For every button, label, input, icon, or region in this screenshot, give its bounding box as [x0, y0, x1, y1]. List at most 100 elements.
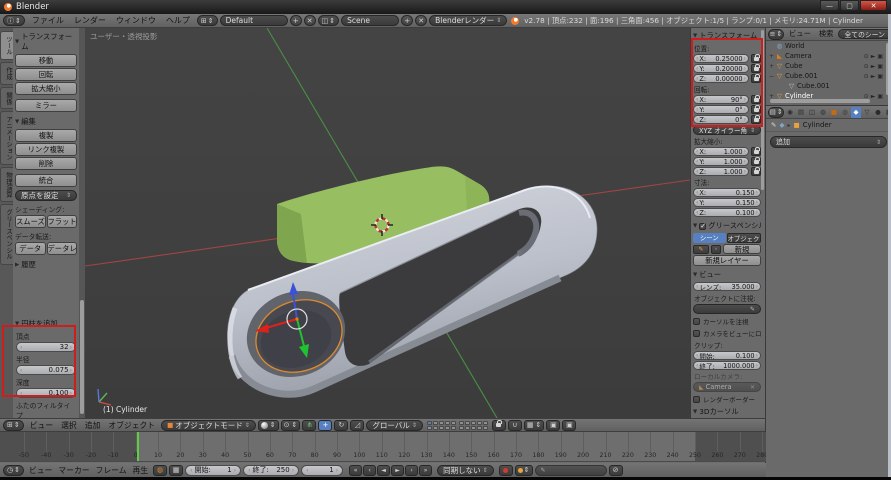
clear-keying-set-icon[interactable]: ⊘	[609, 465, 623, 476]
tool-shelf-tab[interactable]: アニメーション	[0, 111, 13, 165]
timeline-menu-item[interactable]: 再生	[130, 465, 152, 476]
minimize-button[interactable]: —	[820, 0, 839, 11]
outliner-row[interactable]: ◍ World ⊙ ► ▣	[766, 41, 891, 51]
end-frame-field[interactable]: ‹終了:250›	[243, 465, 299, 476]
eye-icon[interactable]: ⊙	[864, 63, 869, 70]
playback-button[interactable]: ›	[405, 465, 418, 476]
viewport-3d[interactable]	[85, 28, 690, 418]
viewport-menu-item[interactable]: オブジェクト	[104, 420, 159, 431]
render-restrict-icon[interactable]: ▣	[877, 73, 883, 80]
rotation-mode-dropdown[interactable]: XYZ オイラー角⇕	[693, 125, 761, 135]
number-field[interactable]: ‹X:90°›	[693, 95, 749, 104]
render-restrict-icon[interactable]: ▣	[877, 93, 883, 100]
render-engine-selector[interactable]: Blenderレンダー⇕	[429, 15, 507, 26]
properties-tab-icon[interactable]: ◍	[818, 107, 828, 118]
number-field[interactable]: ‹32›	[16, 342, 76, 352]
pivot-point-dropdown[interactable]: ⊙⇕	[281, 420, 301, 431]
clip-start-field[interactable]: ‹開始:0.100›	[693, 351, 761, 360]
playback-button[interactable]: ►	[391, 465, 404, 476]
mode-dropdown[interactable]: ■オブジェクトモード⇕	[161, 420, 256, 431]
cursor-select-icon[interactable]: ►	[871, 73, 876, 80]
properties-tab-icon[interactable]: ▤	[796, 107, 806, 118]
current-frame-field[interactable]: ‹1›	[301, 465, 343, 476]
editor-type-timeline-icon[interactable]: ◷⇕	[3, 465, 24, 476]
playback-button[interactable]: ◄	[377, 465, 390, 476]
panel-header-transform[interactable]: ▼トランスフォーム	[693, 31, 761, 41]
scene-icon[interactable]: ◫⇕	[318, 15, 340, 26]
operator-panel-header[interactable]: ▼円柱を追加	[15, 319, 77, 329]
timeline-ruler[interactable]: -50-40-30-20-100102030405060708090100110…	[0, 432, 766, 462]
tool-shelf-tab[interactable]: グリースペンシル	[0, 204, 13, 264]
properties-tab-icon[interactable]: ◉	[785, 107, 795, 118]
shading-button[interactable]: フラット	[47, 215, 78, 228]
auto-keying-icon[interactable]: ⇕	[515, 465, 533, 476]
clip-end-field[interactable]: ‹終了:1000.000›	[693, 361, 761, 370]
scene-selector[interactable]: Scene	[341, 15, 399, 26]
gp-new-button[interactable]: 新規	[723, 244, 761, 254]
eye-icon[interactable]: ⊙	[864, 53, 869, 60]
expander-icon[interactable]: +	[768, 63, 775, 70]
frame-dropdown-icon[interactable]: ▦	[169, 465, 183, 476]
manipulator-axis-icon[interactable]: ⋔	[302, 420, 316, 431]
translate-manipulator-icon[interactable]: +	[318, 420, 332, 431]
grease-pencil-checkbox[interactable]	[699, 223, 706, 230]
tool-button[interactable]: 回転	[15, 68, 77, 81]
panel-header-edit[interactable]: ▼編集	[15, 117, 77, 127]
topbar-menu-item[interactable]: レンダー	[69, 15, 111, 26]
rotate-manipulator-icon[interactable]: ↻	[334, 420, 348, 431]
n-panel-scrollbar[interactable]	[761, 30, 764, 190]
editor-type-info-icon[interactable]: ⓘ⇕	[3, 15, 25, 26]
object-name[interactable]: World	[785, 42, 804, 50]
number-field[interactable]: ‹Z:0.00000›	[693, 74, 749, 83]
expander-icon[interactable]: +	[768, 53, 775, 60]
shading-button[interactable]: スムーズ	[15, 215, 46, 228]
mirror-button[interactable]: ミラー	[15, 99, 77, 112]
lock-icon[interactable]	[751, 74, 761, 83]
data-transfer-button[interactable]: データ	[15, 242, 46, 255]
outliner-row[interactable]: + ◣ Camera ⊙ ► ▣	[766, 51, 891, 61]
render-border-checkbox[interactable]	[693, 396, 700, 403]
viewport-menu-item[interactable]: 追加	[81, 420, 105, 431]
data-transfer-button[interactable]: データレ	[47, 242, 78, 255]
snap-magnet-icon[interactable]: ∪	[508, 420, 522, 431]
lock-icon[interactable]	[751, 64, 761, 73]
properties-tab-icon[interactable]: ◎	[840, 107, 850, 118]
add-modifier-dropdown[interactable]: 追加⇕	[770, 136, 887, 148]
playback-button[interactable]: »	[419, 465, 432, 476]
tool-shelf-tab[interactable]: 作成	[0, 62, 13, 85]
lock-cursor-checkbox[interactable]	[693, 318, 700, 325]
layout-add-button[interactable]: +	[290, 15, 302, 26]
playback-button[interactable]: «	[349, 465, 362, 476]
tool-button[interactable]: 複製	[15, 129, 77, 142]
gp-scene-button[interactable]: シーン	[693, 233, 726, 243]
local-camera-field[interactable]: ◣Camera✕	[693, 382, 761, 392]
draw-mode-icon[interactable]: ✎	[693, 245, 709, 254]
editor-type-3dview-icon[interactable]: ⊞⇕	[3, 420, 24, 431]
transform-orientation-dropdown[interactable]: グローバル⇕	[366, 420, 422, 431]
render-restrict-icon[interactable]: ▣	[877, 53, 883, 60]
lock-object-field[interactable]: ✎	[693, 304, 761, 314]
lock-icon[interactable]	[751, 157, 761, 166]
tool-button[interactable]: 削除	[15, 157, 77, 170]
panel-header-transform[interactable]: ▼トランスフォーム	[15, 32, 77, 52]
outliner-row[interactable]: − ▽ Cube.001 ⊙ ► ▣	[766, 71, 891, 81]
number-field[interactable]: ‹Z:1.000›	[693, 167, 749, 176]
number-field[interactable]: ‹Z:0.100›	[693, 208, 761, 217]
panel-header-3d-cursor[interactable]: ▼3Dカーソル	[693, 407, 761, 417]
lock-icon[interactable]	[751, 115, 761, 124]
tool-shelf-tab[interactable]: ツール	[0, 31, 13, 60]
eyedropper-icon[interactable]: ✎	[750, 306, 755, 313]
number-field[interactable]: ‹Y:1.000›	[693, 157, 749, 166]
number-field[interactable]: ‹0.100›	[16, 388, 76, 398]
cursor-select-icon[interactable]: ►	[871, 93, 876, 100]
close-button[interactable]: ✕	[860, 0, 887, 11]
preview-range-icon[interactable]: ◍	[153, 465, 167, 476]
outliner-search-menu[interactable]: 検索	[816, 29, 837, 39]
sync-dropdown[interactable]: 同期しない⇕	[437, 465, 494, 476]
viewport-menu-item[interactable]: ビュー	[26, 420, 57, 431]
viewport-menu-item[interactable]: 選択	[57, 420, 81, 431]
number-field[interactable]: ‹X:1.000›	[693, 147, 749, 156]
properties-tab-icon[interactable]: ●	[873, 107, 883, 118]
outliner-row[interactable]: + ▽ Cube ⊙ ► ▣	[766, 61, 891, 71]
set-origin-dropdown[interactable]: 原点を設定⇕	[15, 190, 77, 201]
